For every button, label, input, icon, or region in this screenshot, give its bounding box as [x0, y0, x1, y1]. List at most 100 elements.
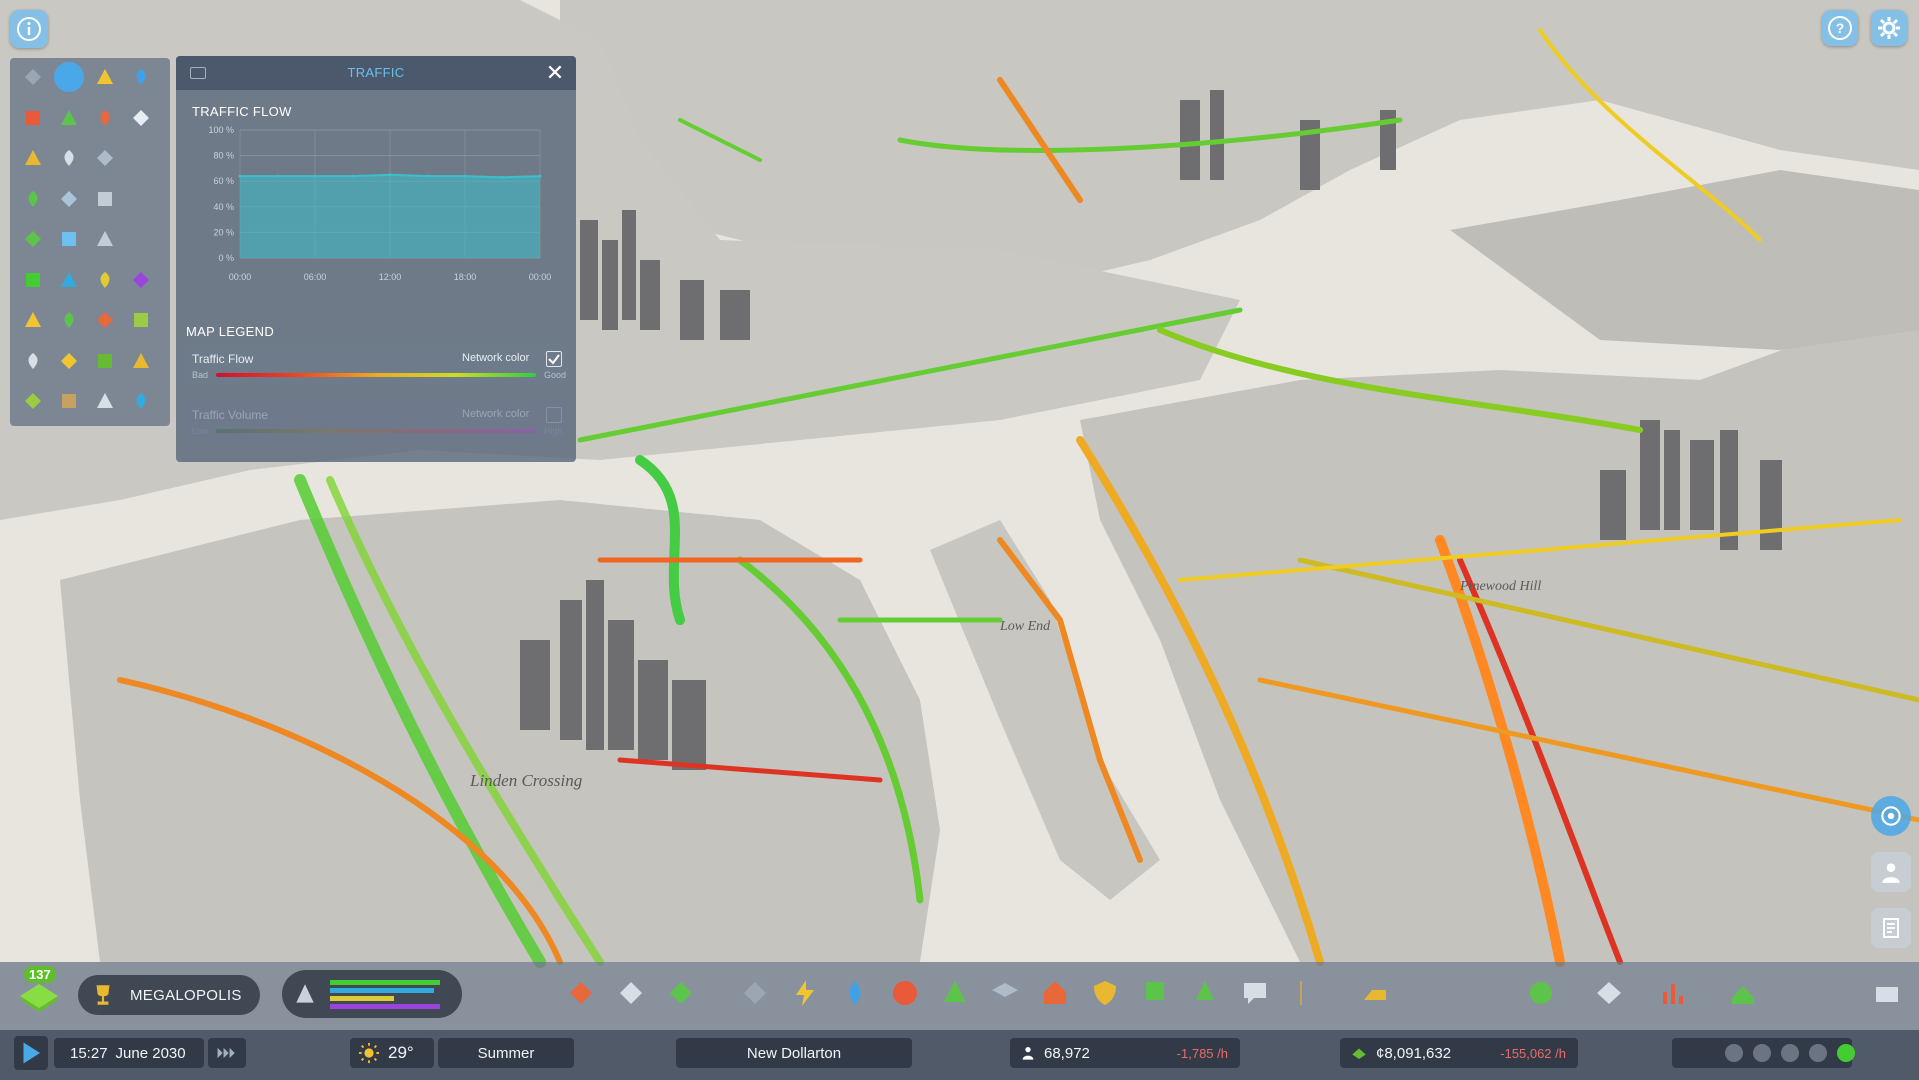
settings-button[interactable] — [1871, 10, 1907, 46]
infoview-button-headphones[interactable] — [90, 386, 120, 416]
infoview-button-industrial-zone[interactable] — [90, 265, 120, 295]
infoview-button-house[interactable] — [18, 305, 48, 335]
city-services-tool-button[interactable] — [1522, 974, 1560, 1012]
water-tool-button[interactable] — [836, 974, 874, 1012]
infoview-button-traffic[interactable] — [54, 62, 84, 92]
money-display[interactable]: ¢8,091,632 -155,062 /h — [1340, 1038, 1578, 1068]
fire-icon — [26, 110, 40, 125]
wrench-icon — [133, 109, 149, 126]
traffic-flow-network-checkbox[interactable] — [546, 351, 562, 367]
house-icon — [25, 312, 41, 327]
population-display[interactable]: 68,972 -1,785 /h — [1010, 1038, 1240, 1068]
infoview-button-tree[interactable] — [18, 224, 48, 254]
infoview-button-education-building[interactable] — [54, 143, 84, 173]
infoview-button-citizens[interactable] — [18, 346, 48, 376]
main-toolbar — [0, 962, 1919, 1028]
infoview-button-commercial-zone[interactable] — [54, 265, 84, 295]
radio-button[interactable] — [1871, 796, 1911, 836]
industrial-zone-icon — [100, 271, 110, 288]
season-display: Summer — [438, 1038, 574, 1068]
infoview-button-office-zone[interactable] — [126, 265, 156, 295]
area-tool-button[interactable] — [612, 974, 650, 1012]
traffic-flow-point — [238, 174, 242, 178]
traffic-flow-point — [538, 174, 542, 178]
infoview-button-badge[interactable] — [18, 143, 48, 173]
traffic-flow-area — [240, 174, 540, 258]
infoview-button-graduation-cap[interactable] — [90, 143, 120, 173]
police-tool-button[interactable] — [1086, 974, 1124, 1012]
info-icon — [17, 17, 41, 41]
speed-button[interactable] — [208, 1038, 246, 1068]
map-tool-button[interactable] — [1590, 974, 1628, 1012]
info-button[interactable] — [10, 10, 48, 48]
statistics-tool-button[interactable] — [1654, 974, 1692, 1012]
infoview-button-leveling[interactable] — [54, 305, 84, 335]
landscaping-tool-button[interactable] — [1282, 974, 1320, 1012]
population-change: -1,785 /h — [1176, 1045, 1228, 1061]
infoview-button-wrench[interactable] — [126, 103, 156, 133]
fire-tool-button[interactable] — [1036, 974, 1074, 1012]
electricity-tool-button[interactable] — [786, 974, 824, 1012]
temperature: 29° — [388, 1043, 414, 1062]
infoview-button-electricity[interactable] — [90, 62, 120, 92]
policies-tool-button[interactable] — [1724, 974, 1762, 1012]
education-tool-button[interactable] — [986, 974, 1024, 1012]
landscaping-tool-icon — [1300, 981, 1302, 1005]
game-time: 15:27 — [70, 1044, 108, 1062]
leveling-icon — [64, 312, 74, 328]
road-tool-icon — [744, 982, 766, 1004]
infoview-button-trash-bin[interactable] — [54, 224, 84, 254]
communication-tool-button[interactable] — [1236, 974, 1274, 1012]
weather-display: 29° — [350, 1038, 434, 1068]
traffic-panel: TRAFFIC ✕ TRAFFIC FLOW 100 % 80 % 60 % 40 %… — [176, 56, 576, 462]
transport-tool-button[interactable] — [1136, 974, 1174, 1012]
legend-row-traffic-volume: Traffic Volume Network color Low High — [184, 400, 568, 442]
terrain-tool-icon — [670, 982, 692, 1004]
infoview-button-fire[interactable] — [18, 103, 48, 133]
workers-icon — [133, 352, 149, 368]
infoview-button-transport-line[interactable] — [90, 305, 120, 335]
signature-tool-button[interactable] — [1356, 974, 1394, 1012]
infoview-button-police-shield[interactable] — [90, 103, 120, 133]
infoview-button-workers[interactable] — [126, 346, 156, 376]
infoview-button-landscape[interactable] — [18, 386, 48, 416]
terrain-tool-button[interactable] — [662, 974, 700, 1012]
health-tool-button[interactable] — [886, 974, 924, 1012]
water-tool-icon — [849, 981, 861, 1005]
infoview-button-earth[interactable] — [54, 386, 84, 416]
infoview-button-plant[interactable] — [126, 305, 156, 335]
office-zone-icon — [133, 271, 149, 288]
graduation-cap-icon — [97, 150, 113, 166]
infoview-button-water[interactable] — [126, 62, 156, 92]
happiness-display[interactable] — [1672, 1038, 1855, 1068]
transport-tool-icon — [1146, 982, 1164, 1000]
help-button[interactable]: ? — [1822, 10, 1858, 46]
notes-button[interactable] — [1871, 908, 1911, 948]
city-name-display[interactable]: New Dollarton — [676, 1038, 912, 1068]
infoview-button-recycle[interactable] — [54, 103, 84, 133]
traffic-panel-header[interactable]: TRAFFIC ✕ — [176, 56, 576, 90]
traffic-volume-network-checkbox[interactable] — [546, 407, 562, 423]
infoview-button-money[interactable] — [90, 346, 120, 376]
infoview-button-water-level[interactable] — [126, 386, 156, 416]
play-button[interactable] — [14, 1036, 48, 1070]
citizen-button[interactable] — [1871, 852, 1911, 892]
area-tool-icon — [620, 982, 642, 1004]
close-button[interactable]: ✕ — [544, 62, 566, 84]
infoview-button-mail[interactable] — [54, 184, 84, 214]
plant-icon — [134, 313, 148, 327]
infoview-button-bus[interactable] — [18, 184, 48, 214]
infoview-button-chat[interactable] — [90, 184, 120, 214]
pipe-icon — [97, 231, 113, 246]
commercial-zone-icon — [61, 271, 77, 287]
road-tool-button[interactable] — [736, 974, 774, 1012]
infoview-button-residential-zone[interactable] — [18, 265, 48, 295]
garbage-tool-button[interactable] — [936, 974, 974, 1012]
camera-tool-button[interactable] — [1868, 974, 1906, 1012]
zoning-tool-button[interactable] — [562, 974, 600, 1012]
infoview-button-road[interactable] — [18, 62, 48, 92]
infoview-button-pipe[interactable] — [90, 224, 120, 254]
parks-tool-button[interactable] — [1186, 974, 1224, 1012]
happiness-faces — [1724, 1043, 1856, 1063]
infoview-button-happiness[interactable] — [54, 346, 84, 376]
